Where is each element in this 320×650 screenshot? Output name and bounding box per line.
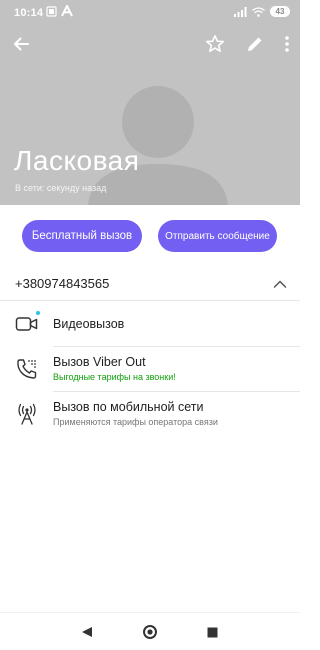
system-nav-bar [0,612,300,650]
divider [0,300,300,301]
status-bar: 10:14 43 [0,0,300,26]
send-message-button[interactable]: Отправить сообщение [158,220,277,252]
nav-recents-button[interactable] [203,623,221,641]
free-call-button[interactable]: Бесплатный вызов [22,220,142,252]
phone-out-icon [17,359,37,379]
nav-home-button[interactable] [141,623,159,641]
viber-out-option[interactable]: Вызов Viber Out Выгодные тарифы на звонк… [0,347,300,391]
status-time: 10:14 [14,7,44,19]
option-title: Вызов Viber Out [53,355,146,369]
sim-icon [46,5,57,17]
toolbar [0,28,300,60]
square-recents-icon [207,627,217,637]
more-options-button[interactable] [275,32,299,56]
action-buttons: Бесплатный вызов Отправить сообщение [0,220,300,252]
back-button[interactable] [9,32,33,56]
wifi-icon [252,6,265,17]
star-icon [206,35,224,52]
phone-number: +380974843565 [15,276,110,291]
signal-icon [234,6,247,17]
avatar-placeholder [88,86,228,205]
favorite-button[interactable] [203,32,227,56]
pencil-icon [248,37,262,51]
cell-tower-icon [18,403,36,425]
video-camera-icon [15,317,38,331]
battery-indicator: 43 [270,6,290,17]
edit-button[interactable] [243,32,267,56]
phone-number-row[interactable]: +380974843565 [0,268,300,300]
font-a-icon [61,5,73,17]
arrow-left-icon [14,37,29,51]
cellular-call-option[interactable]: Вызов по мобильной сети Применяются тари… [0,392,300,436]
video-call-option[interactable]: Видеовызов [0,302,300,346]
contact-header: 10:14 43 Ласковая В сети: секунду назад [0,0,300,205]
chevron-up-icon[interactable] [272,276,288,292]
option-subtitle: Применяются тарифы оператора связи [53,417,218,427]
contact-name: Ласковая [14,145,140,176]
nav-back-button[interactable] [78,623,96,641]
more-vertical-icon [285,36,289,52]
online-dot [36,311,40,315]
circle-home-icon [143,625,157,639]
online-status: В сети: секунду назад [15,183,107,193]
option-title: Вызов по мобильной сети [53,400,204,414]
option-title: Видеовызов [53,317,125,331]
triangle-back-icon [82,627,92,637]
option-subtitle: Выгодные тарифы на звонки! [53,372,176,382]
